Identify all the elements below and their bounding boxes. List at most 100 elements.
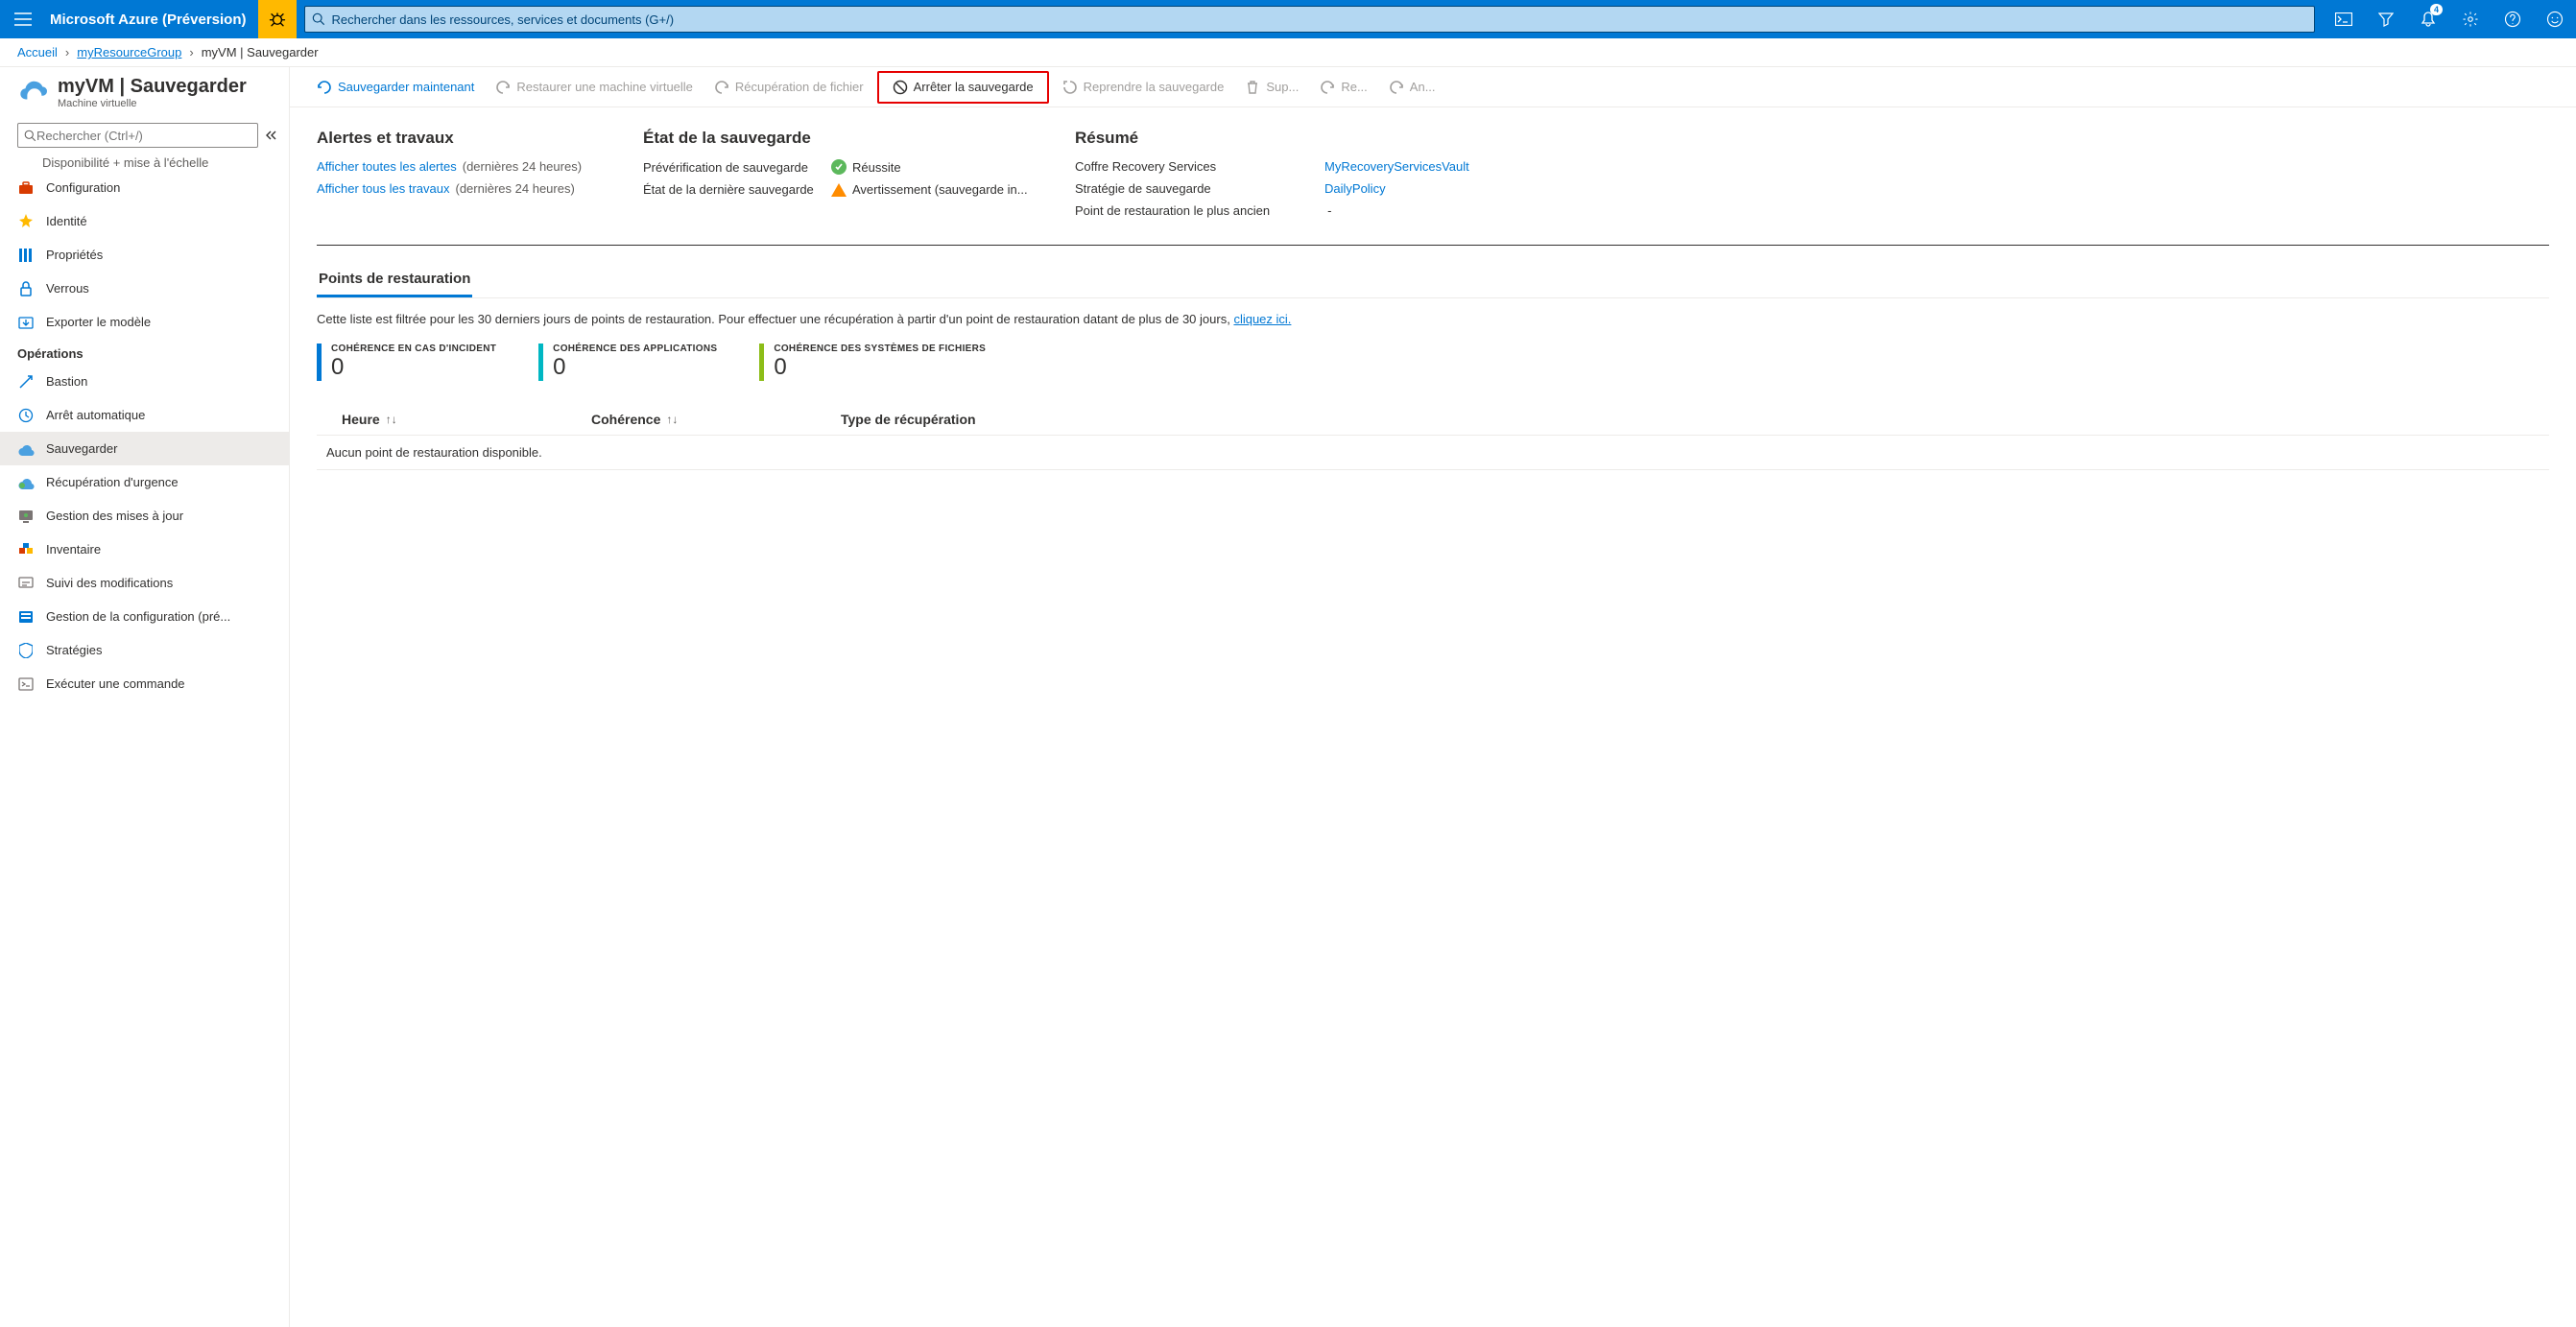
search-icon (24, 130, 36, 142)
page-title: myVM | Sauvegarder (58, 75, 247, 98)
cloud-shell-button[interactable] (2323, 0, 2365, 38)
last-backup-label: État de la dernière sauvegarde (643, 182, 825, 197)
breadcrumb-resource-group[interactable]: myResourceGroup (77, 45, 181, 59)
summary-section: Résumé Coffre Recovery Services MyRecove… (1075, 129, 2549, 225)
global-search[interactable] (304, 6, 2316, 33)
sidebar-item-label: Inventaire (46, 542, 101, 557)
sidebar-item-label: Bastion (46, 374, 87, 389)
sidebar-search-input[interactable] (36, 129, 251, 143)
sidebar-item-run-command[interactable]: Exécuter une commande (0, 667, 289, 700)
clock-icon (17, 407, 35, 424)
settings-button[interactable] (2449, 0, 2492, 38)
alerts-section: Alertes et travaux Afficher toutes les a… (317, 129, 614, 225)
breadcrumb-current: myVM | Sauvegarder (202, 45, 319, 59)
oldest-label: Point de restauration le plus ancien (1075, 203, 1270, 218)
warning-icon (831, 183, 847, 197)
sidebar-item-inventory[interactable]: Inventaire (0, 533, 289, 566)
sidebar-item-configuration-management[interactable]: Gestion de la configuration (pré... (0, 600, 289, 633)
directory-filter-button[interactable] (2365, 0, 2407, 38)
counter-value: 0 (553, 354, 717, 381)
button-label: Récupération de fichier (735, 80, 864, 94)
backup-state-section: État de la sauvegarde Prévérification de… (643, 129, 1046, 225)
backup-now-button[interactable]: Sauvegarder maintenant (307, 72, 484, 103)
help-button[interactable] (2492, 0, 2534, 38)
col-consistency[interactable]: Cohérence (591, 412, 660, 427)
notifications-button[interactable]: 4 (2407, 0, 2449, 38)
col-recovery-type[interactable]: Type de récupération (841, 412, 976, 427)
command-bar: Sauvegarder maintenant Restaurer une mac… (290, 67, 2576, 107)
app-consistency-counter: COHÉRENCE DES APPLICATIONS 0 (538, 344, 727, 381)
stop-icon (893, 80, 908, 95)
button-label: Arrêter la sauvegarde (914, 80, 1034, 94)
restore-button: Re... (1310, 72, 1376, 103)
breadcrumb-sep: › (65, 45, 69, 59)
sidebar-item-bastion[interactable]: Bastion (0, 365, 289, 398)
breadcrumb-sep: › (189, 45, 193, 59)
counter-value: 0 (331, 354, 496, 381)
sidebar-item-update-management[interactable]: Gestion des mises à jour (0, 499, 289, 533)
refresh-icon (1062, 80, 1078, 95)
undo-icon (1320, 80, 1335, 95)
sidebar-item-change-tracking[interactable]: Suivi des modifications (0, 566, 289, 600)
vault-link[interactable]: MyRecoveryServicesVault (1324, 159, 1469, 174)
sidebar-search[interactable] (17, 123, 258, 148)
sidebar-item-properties[interactable]: Propriétés (0, 238, 289, 272)
collapse-sidebar-button[interactable] (262, 127, 279, 144)
summary-title: Résumé (1075, 129, 2549, 148)
export-icon (17, 314, 35, 331)
restore-vm-button: Restaurer une machine virtuelle (486, 72, 703, 103)
button-label: Sauvegarder maintenant (338, 80, 474, 94)
button-label: Restaurer une machine virtuelle (516, 80, 693, 94)
brand-label: Microsoft Azure (Préversion) (46, 12, 258, 28)
sort-icon[interactable]: ↑↓ (386, 413, 397, 426)
hamburger-menu-button[interactable] (0, 0, 46, 38)
button-label: An... (1410, 80, 1436, 94)
chevron-left-double-icon (265, 130, 276, 141)
sidebar-item-locks[interactable]: Verrous (0, 272, 289, 305)
config-management-icon (17, 608, 35, 626)
breadcrumb-home[interactable]: Accueil (17, 45, 58, 59)
global-search-input[interactable] (332, 12, 2315, 27)
counter-label: COHÉRENCE DES APPLICATIONS (553, 344, 717, 354)
sidebar-item-backup[interactable]: Sauvegarder (0, 432, 289, 465)
sidebar-menu[interactable]: Disponibilité + mise à l'échelle Configu… (0, 154, 289, 1327)
counter-label: COHÉRENCE DES SYSTÈMES DE FICHIERS (774, 344, 986, 354)
tabs: Points de restauration (317, 263, 2549, 298)
sidebar-item-policies[interactable]: Stratégies (0, 633, 289, 667)
undo-icon (495, 80, 511, 95)
filter-icon (2378, 12, 2394, 27)
run-command-icon (17, 675, 35, 693)
view-all-jobs-link[interactable]: Afficher tous les travaux (317, 181, 450, 196)
feedback-button[interactable] (2534, 0, 2576, 38)
sort-icon[interactable]: ↑↓ (666, 413, 678, 426)
help-icon (2504, 11, 2521, 28)
sidebar-item-identity[interactable]: Identité (0, 204, 289, 238)
bug-icon (269, 11, 286, 28)
stop-backup-button[interactable]: Arrêter la sauvegarde (877, 71, 1049, 104)
sidebar-item-export-template[interactable]: Exporter le modèle (0, 305, 289, 339)
disaster-recovery-icon (17, 474, 35, 491)
policy-link[interactable]: DailyPolicy (1324, 181, 1386, 196)
preview-bug-button[interactable] (258, 0, 297, 38)
state-title: État de la sauvegarde (643, 129, 1046, 148)
view-all-alerts-link[interactable]: Afficher toutes les alertes (317, 159, 457, 174)
filesystem-consistency-counter: COHÉRENCE DES SYSTÈMES DE FICHIERS 0 (759, 344, 995, 381)
sidebar-item-label: Suivi des modifications (46, 576, 173, 590)
sidebar-item-label: Verrous (46, 281, 89, 296)
sidebar-item-cutoff[interactable]: Disponibilité + mise à l'échelle (0, 154, 289, 171)
tab-restore-points[interactable]: Points de restauration (317, 263, 472, 297)
sidebar-group-operations: Opérations (0, 339, 289, 365)
counter-label: COHÉRENCE EN CAS D'INCIDENT (331, 344, 496, 354)
policies-icon (17, 642, 35, 659)
vm-backup-icon (17, 77, 48, 107)
resume-backup-button: Reprendre la sauvegarde (1053, 72, 1234, 103)
filter-link[interactable]: cliquez ici. (1233, 312, 1291, 326)
jobs-period: (dernières 24 heures) (456, 181, 575, 196)
col-time[interactable]: Heure (342, 412, 380, 427)
sidebar-item-disaster-recovery[interactable]: Récupération d'urgence (0, 465, 289, 499)
sidebar-item-auto-shutdown[interactable]: Arrêt automatique (0, 398, 289, 432)
sidebar-item-label: Récupération d'urgence (46, 475, 179, 489)
precheck-value: Réussite (852, 160, 901, 175)
change-tracking-icon (17, 575, 35, 592)
sidebar-item-configuration[interactable]: Configuration (0, 171, 289, 204)
